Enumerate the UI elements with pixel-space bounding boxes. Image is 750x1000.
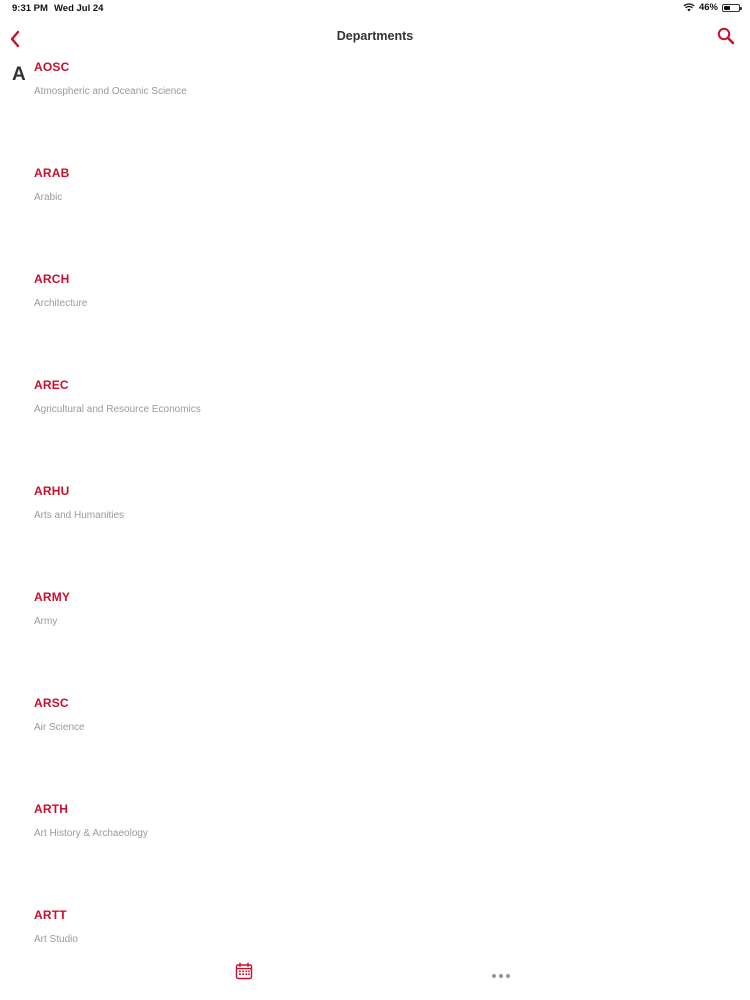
department-name: Air Science xyxy=(34,722,85,733)
department-code: ARSC xyxy=(34,696,69,710)
department-name: Architecture xyxy=(34,298,88,309)
department-code: ARTT xyxy=(34,908,67,922)
department-code: AREC xyxy=(34,378,69,392)
department-item[interactable]: ARHU Arts and Humanities xyxy=(34,484,634,524)
department-name: Atmospheric and Oceanic Science xyxy=(34,86,187,97)
department-item[interactable]: ARSC Air Science xyxy=(34,696,634,736)
calendar-tab[interactable] xyxy=(235,962,253,980)
more-dots-icon xyxy=(491,973,511,979)
department-name: Army xyxy=(34,616,58,627)
department-name: Art Studio xyxy=(34,934,78,945)
departments-screen: 9:31 PM Wed Jul 24 46% Departments A AOS… xyxy=(0,0,750,1000)
department-item[interactable]: AOSC Atmospheric and Oceanic Science xyxy=(34,60,634,100)
department-code: ARCH xyxy=(34,272,70,286)
department-item[interactable]: ARAB Arabic xyxy=(34,166,634,206)
department-code: ARAB xyxy=(34,166,70,180)
department-name: Arabic xyxy=(34,192,63,203)
department-list: AOSC Atmospheric and Oceanic Science ARAB A… xyxy=(0,0,750,1000)
tab-bar xyxy=(0,955,750,1000)
department-name: Arts and Humanities xyxy=(34,510,125,521)
department-item[interactable]: AREC Agricultural and Resource Economics xyxy=(34,378,634,418)
department-item[interactable]: ARTT Art Studio xyxy=(34,908,634,948)
department-name: Agricultural and Resource Economics xyxy=(34,404,201,415)
more-tab[interactable] xyxy=(491,967,511,979)
department-code: ARTH xyxy=(34,802,69,816)
department-code: ARHU xyxy=(34,484,70,498)
department-code: ARMY xyxy=(34,590,71,604)
department-name: Art History & Archaeology xyxy=(34,828,148,839)
department-item[interactable]: ARCH Architecture xyxy=(34,272,634,312)
department-item[interactable]: ARMY Army xyxy=(34,590,634,630)
calendar-icon xyxy=(235,962,253,980)
department-item[interactable]: ARTH Art History & Archaeology xyxy=(34,802,634,842)
department-code: AOSC xyxy=(34,60,70,74)
